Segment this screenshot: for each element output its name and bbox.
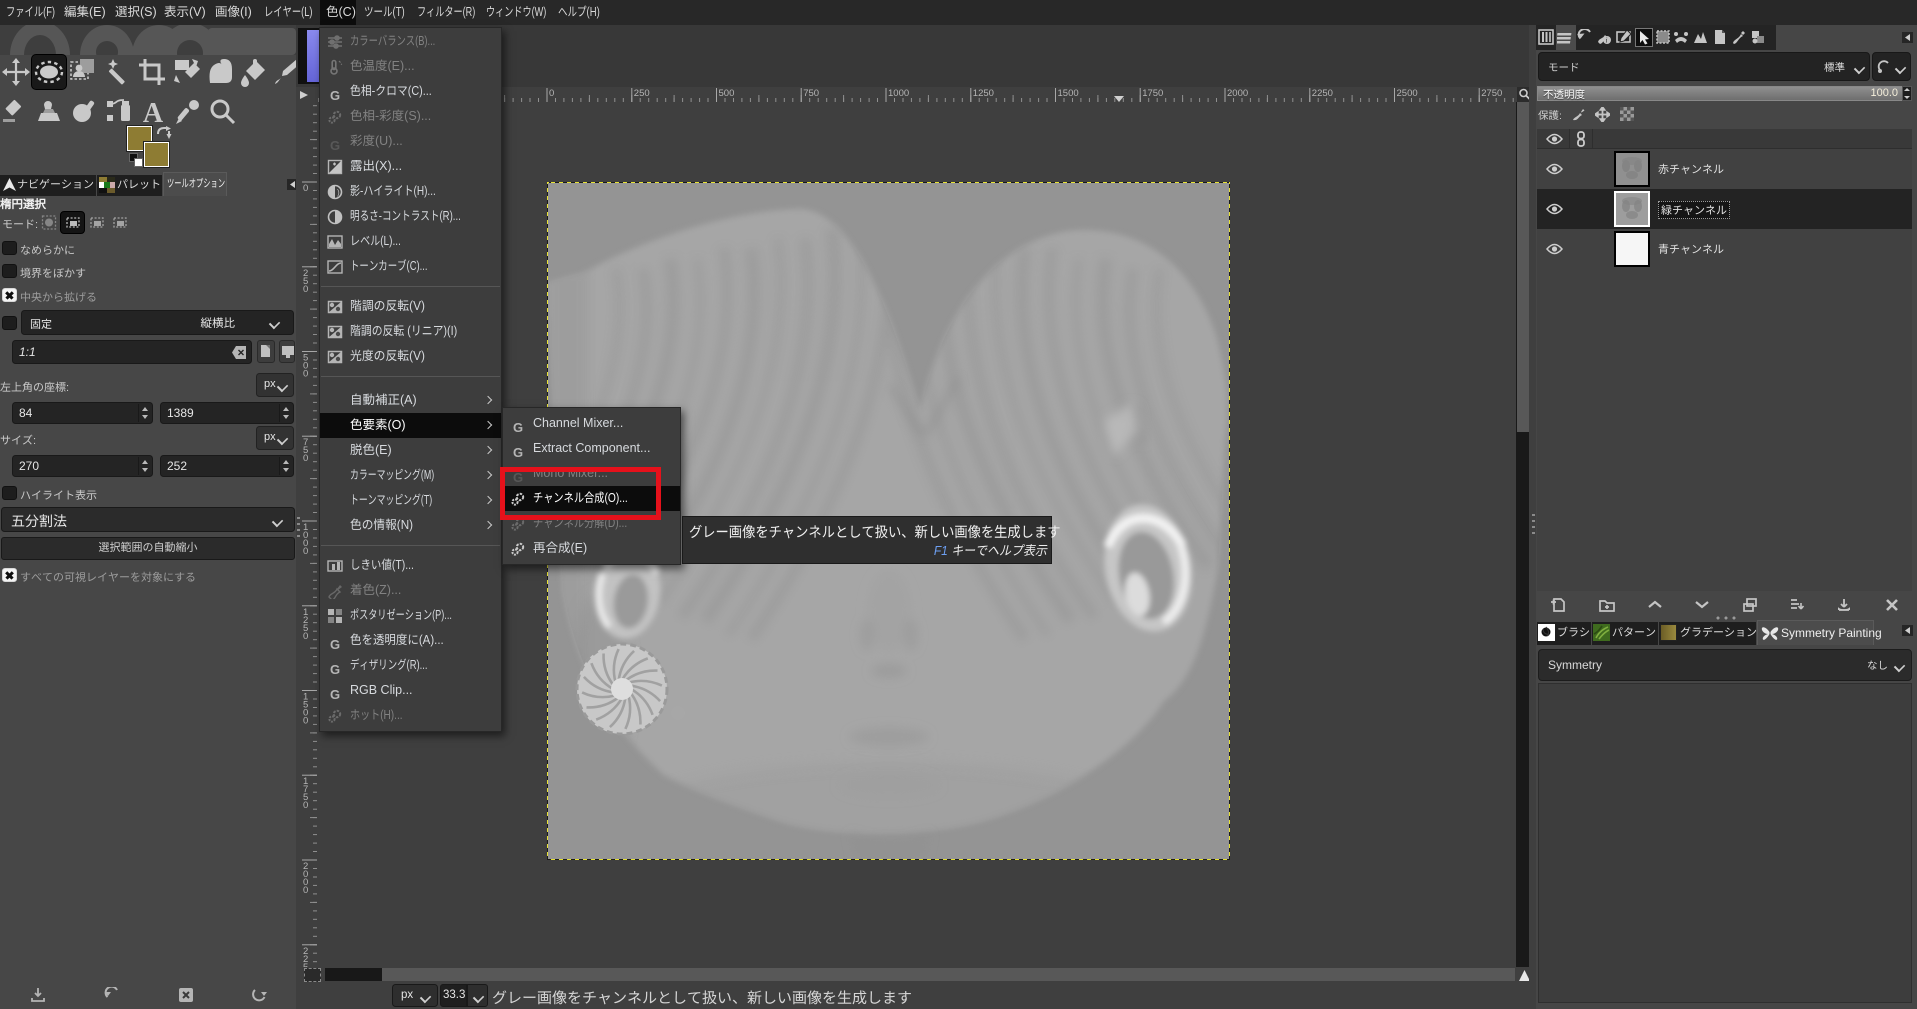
svg-text:0: 0: [549, 88, 554, 99]
svg-text:500: 500: [719, 88, 735, 99]
svg-text:0: 0: [303, 369, 308, 380]
svg-text:1500: 1500: [1058, 88, 1079, 99]
svg-text:0: 0: [303, 800, 308, 811]
svg-text:0: 0: [303, 453, 308, 464]
svg-text:0: 0: [303, 284, 308, 295]
svg-text:0: 0: [303, 183, 308, 194]
svg-text:5: 5: [303, 962, 308, 967]
svg-text:250: 250: [634, 88, 650, 99]
svg-text:0: 0: [303, 546, 308, 557]
svg-text:1250: 1250: [973, 88, 994, 99]
svg-text:A: A: [143, 98, 164, 127]
svg-text:2000: 2000: [1227, 88, 1248, 99]
svg-text:0: 0: [303, 716, 308, 727]
svg-text:1000: 1000: [888, 88, 909, 99]
svg-text:1750: 1750: [1142, 88, 1163, 99]
svg-text:0: 0: [303, 631, 308, 642]
svg-text:750: 750: [803, 88, 819, 99]
svg-text:0: 0: [303, 885, 308, 896]
svg-text:2750: 2750: [1481, 88, 1502, 99]
svg-text:2250: 2250: [1312, 88, 1333, 99]
svg-text:): ): [337, 188, 340, 197]
svg-text:2500: 2500: [1397, 88, 1418, 99]
svg-text:i: i: [1606, 37, 1608, 45]
